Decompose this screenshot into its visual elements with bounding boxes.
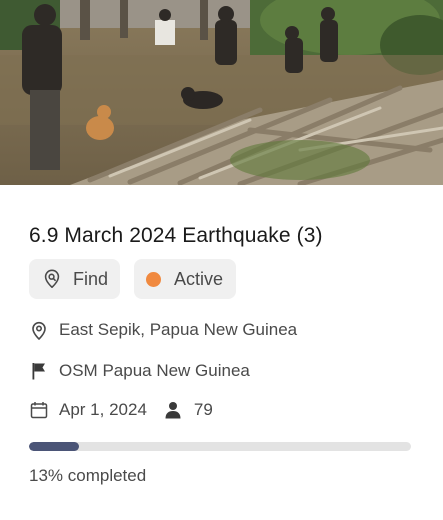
project-card[interactable]: 6.9 March 2024 Earthquake (3) Find Activ… [0, 0, 443, 520]
progress-fill [29, 442, 79, 451]
organisation-row: OSM Papua New Guinea [30, 361, 250, 381]
contributor-count: 79 [193, 400, 213, 419]
map-pin-search-icon [40, 267, 64, 291]
project-photo [0, 0, 443, 185]
project-organisation[interactable]: OSM Papua New Guinea [59, 361, 250, 381]
progress-bar [29, 442, 411, 451]
location-row: East Sepik, Papua New Guinea [30, 320, 297, 340]
project-location: East Sepik, Papua New Guinea [59, 320, 298, 339]
project-title[interactable]: 6.9 March 2024 Earthquake (3) [29, 224, 323, 248]
status-badge: Active [134, 259, 236, 299]
find-label: Find [73, 268, 109, 289]
status-dot [146, 271, 161, 287]
meta-row: Apr 1, 2024 79 [30, 400, 213, 420]
project-date: Apr 1, 2024 [59, 400, 147, 419]
progress-label: 13% completed [29, 466, 147, 485]
status-label: Active [174, 268, 224, 289]
person-icon [164, 400, 182, 420]
map-pin-icon [30, 320, 48, 340]
flag-icon [30, 361, 48, 381]
calendar-icon [30, 400, 48, 420]
find-chip[interactable]: Find [29, 259, 120, 299]
